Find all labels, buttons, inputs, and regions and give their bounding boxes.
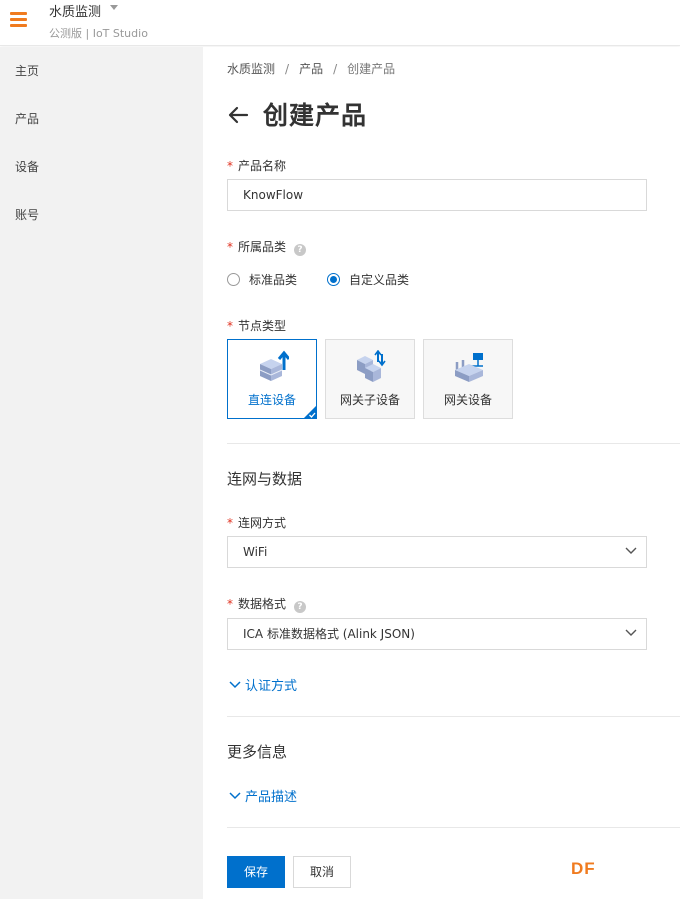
- auth-method-toggle-label: 认证方式: [245, 679, 298, 694]
- required-mark: *: [227, 240, 233, 254]
- sidebar-item-home[interactable]: 主页: [15, 62, 39, 79]
- select-value: ICA 标准数据格式 (Alink JSON): [243, 627, 415, 641]
- node-card-direct-device[interactable]: 直连设备: [227, 339, 317, 419]
- required-mark: *: [227, 597, 233, 611]
- section-divider: [227, 827, 680, 828]
- radio-standard-category[interactable]: 标准品类: [227, 271, 297, 288]
- breadcrumb-item[interactable]: 产品: [299, 62, 323, 76]
- main-content: 水质监测 / 产品 / 创建产品 创建产品 * 产品名称 KnowFlow * 所属品类? …: [203, 47, 680, 899]
- section-divider: [227, 716, 680, 717]
- node-card-gateway-subdevice[interactable]: 网关子设备: [325, 339, 415, 419]
- breadcrumb: 水质监测 / 产品 / 创建产品: [227, 60, 395, 77]
- help-icon[interactable]: ?: [294, 244, 307, 256]
- breadcrumb-separator: /: [285, 62, 290, 76]
- direct-device-icon: [259, 350, 289, 381]
- gateway-subdevice-icon: [357, 350, 386, 382]
- section-divider: [227, 443, 680, 444]
- chevron-down-icon: [625, 547, 637, 554]
- product-name-label: * 产品名称: [227, 157, 286, 174]
- required-mark: *: [227, 516, 233, 530]
- required-mark: *: [227, 159, 233, 173]
- data-format-label: * 数据格式?: [227, 595, 307, 613]
- connect-method-label-text: 连网方式: [238, 516, 287, 530]
- node-card-label: 网关设备: [443, 393, 492, 407]
- product-name-input[interactable]: KnowFlow: [227, 179, 647, 211]
- arrow-left-icon[interactable]: [227, 104, 249, 126]
- cancel-button[interactable]: 取消: [293, 856, 351, 888]
- sidebar-item-account[interactable]: 账号: [15, 206, 39, 223]
- caret-down-icon[interactable]: [110, 5, 118, 10]
- page-title: 创建产品: [263, 101, 368, 130]
- watermark-logo: DF: [571, 859, 596, 878]
- top-bar: 水质监测 公测版 | IoT Studio: [0, 0, 680, 46]
- node-card-label: 网关子设备: [339, 393, 400, 407]
- chevron-down-icon: [229, 791, 241, 799]
- sidebar-item-products[interactable]: 产品: [15, 110, 39, 127]
- category-label-text: 所属品类: [238, 240, 287, 254]
- data-format-label-text: 数据格式: [238, 597, 287, 611]
- chevron-down-icon: [625, 629, 637, 636]
- menu-icon[interactable]: [10, 12, 27, 28]
- section-title-network: 连网与数据: [227, 470, 303, 488]
- checkmark-icon: [303, 405, 317, 419]
- product-description-toggle-label: 产品描述: [245, 790, 298, 805]
- node-type-label: * 节点类型: [227, 317, 286, 334]
- radio-custom-category[interactable]: 自定义品类: [327, 271, 409, 288]
- connect-method-select[interactable]: WiFi: [227, 536, 647, 568]
- section-title-more: 更多信息: [227, 743, 288, 761]
- radio-label: 标准品类: [249, 273, 298, 287]
- connect-method-label: * 连网方式: [227, 514, 286, 531]
- select-value: WiFi: [243, 545, 268, 559]
- help-icon[interactable]: ?: [294, 601, 307, 613]
- product-description-toggle[interactable]: 产品描述: [229, 786, 297, 805]
- node-card-gateway-device[interactable]: 网关设备: [423, 339, 513, 419]
- data-format-select[interactable]: ICA 标准数据格式 (Alink JSON): [227, 618, 647, 650]
- chevron-down-icon: [229, 680, 241, 688]
- breadcrumb-separator: /: [333, 62, 338, 76]
- product-name-label-text: 产品名称: [238, 159, 287, 173]
- project-name[interactable]: 水质监测: [49, 1, 101, 20]
- required-mark: *: [227, 319, 233, 333]
- breadcrumb-item[interactable]: 水质监测: [227, 62, 275, 76]
- sidebar: 主页 产品 设备 账号: [0, 47, 203, 899]
- radio-label: 自定义品类: [349, 273, 410, 287]
- breadcrumb-current: 创建产品: [347, 62, 396, 76]
- save-button[interactable]: 保存: [227, 856, 285, 888]
- sidebar-item-devices[interactable]: 设备: [15, 158, 39, 175]
- gateway-device-icon: [455, 353, 483, 382]
- category-label: * 所属品类?: [227, 238, 307, 256]
- radio-checked-icon: [327, 273, 340, 286]
- node-type-label-text: 节点类型: [238, 319, 287, 333]
- radio-circle-icon: [227, 273, 240, 286]
- auth-method-toggle[interactable]: 认证方式: [229, 675, 297, 694]
- project-subtitle: 公测版 | IoT Studio: [49, 27, 148, 40]
